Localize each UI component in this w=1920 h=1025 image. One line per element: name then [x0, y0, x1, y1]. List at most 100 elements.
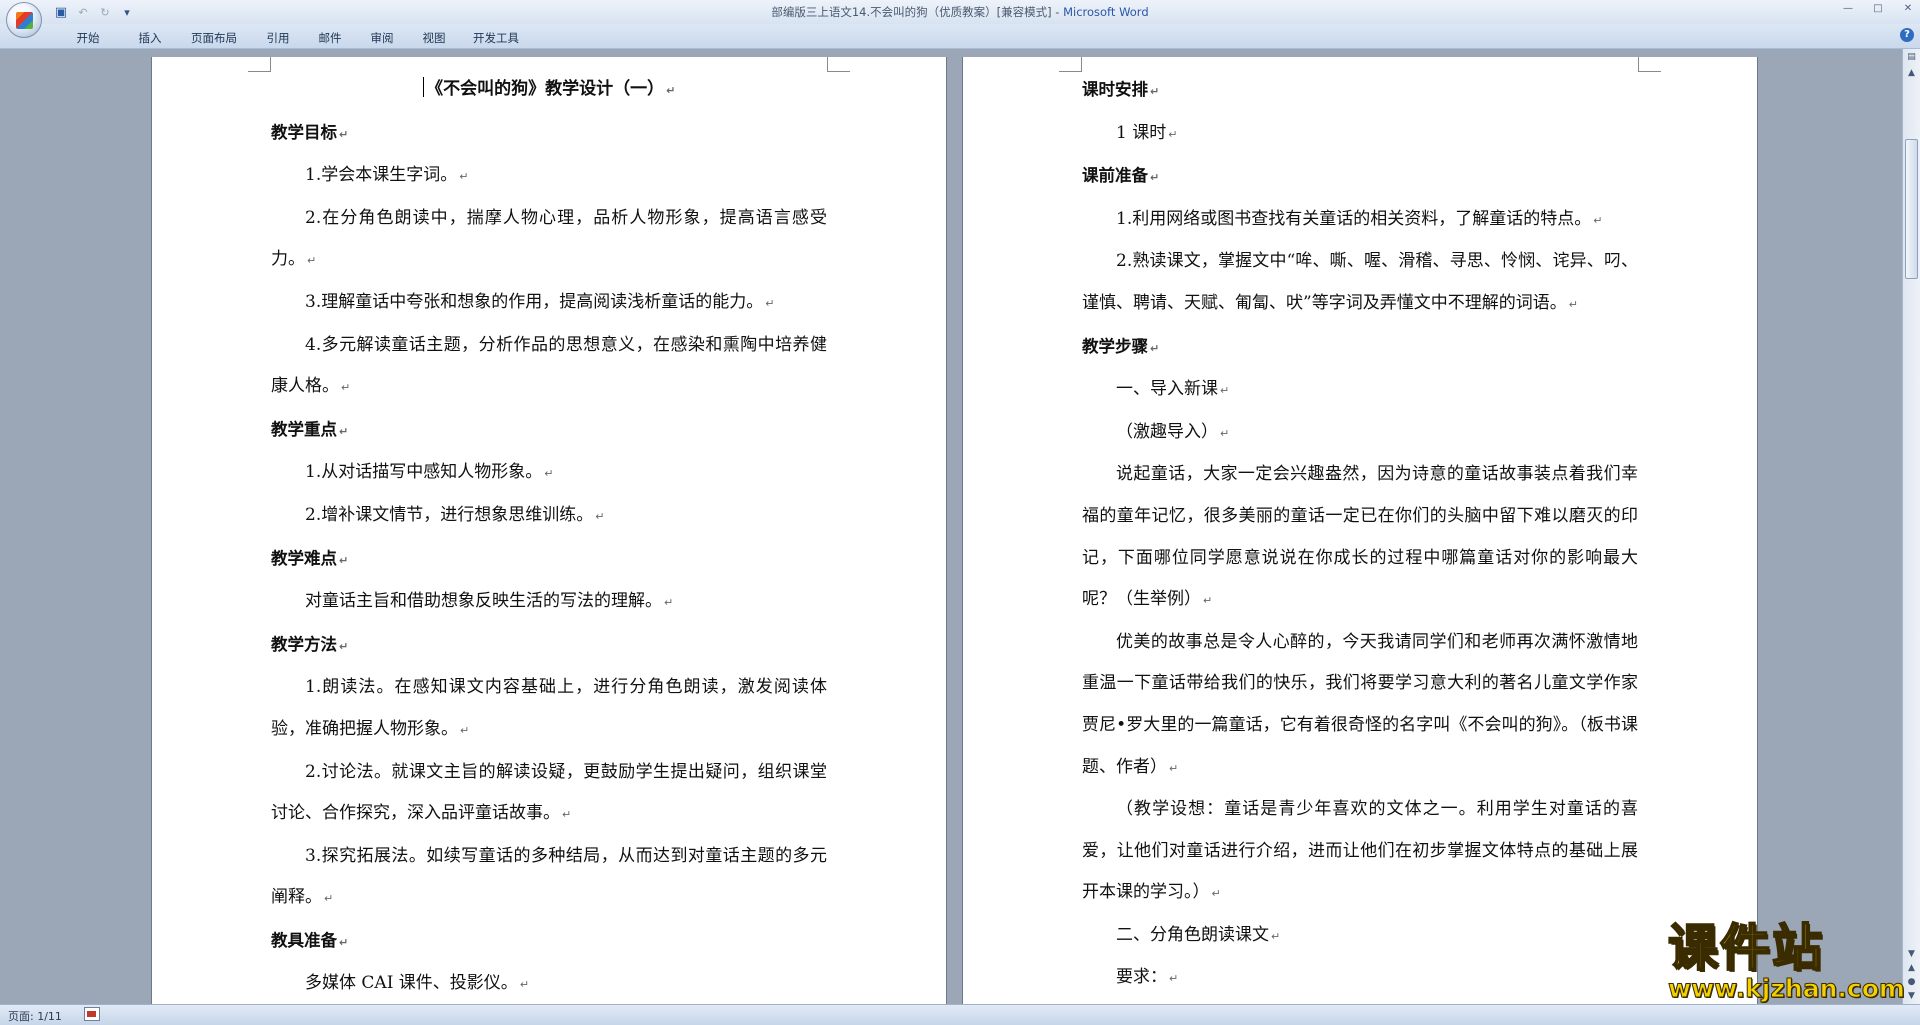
- paragraph-mark-icon: ↵: [1169, 761, 1179, 775]
- paragraph-mark-icon: ↵: [339, 935, 349, 949]
- paragraph-mark-icon: ↵: [1593, 213, 1603, 227]
- paragraph-mark-icon: ↵: [459, 170, 469, 184]
- paragraph-mark-icon: ↵: [595, 509, 605, 523]
- ribbon-tab-bar: 开始 插入 页面布局 引用 邮件 审阅 视图 开发工具 ?: [0, 24, 1920, 49]
- paragraph[interactable]: （教学设想：童话是青少年喜欢的文体之一。利用学生对童话的喜爱，让他们对童话进行介…: [1082, 789, 1638, 915]
- scroll-down-icon[interactable]: ▼: [1905, 948, 1918, 961]
- paragraph-mark-icon: ↵: [1150, 171, 1160, 185]
- section-heading[interactable]: 教学步骤 ↵: [1082, 326, 1638, 370]
- page-2-text[interactable]: 课时安排 ↵ 1 课时 ↵ 课前准备 ↵ 1.利用网络或图书查找有关童话的相关资料，了解童话…: [1082, 69, 1638, 1000]
- office-button[interactable]: [6, 2, 42, 38]
- section-heading[interactable]: 教学方法 ↵: [271, 624, 827, 668]
- window-controls: — □ ✕: [1840, 2, 1916, 16]
- paragraph-text: 3.探究拓展法。如续写童话的多种结局，从而达到对童话主题的多元阐释。: [271, 845, 827, 908]
- paragraph-mark-icon: ↵: [339, 424, 349, 438]
- paragraph[interactable]: 2.在分角色朗读中，揣摩人物心理，品析人物形象，提高语言感受力。 ↵: [271, 198, 827, 282]
- previous-page-icon[interactable]: ▲: [1905, 962, 1918, 975]
- scroll-up-icon[interactable]: ▲: [1905, 67, 1918, 80]
- browse-object-icon[interactable]: ●: [1905, 976, 1918, 989]
- paragraph[interactable]: 2.熟读课文，掌握文中“哞、嘶、喔、滑稽、寻思、怜悯、诧异、叼、谨慎、聘请、天赋…: [1082, 241, 1638, 325]
- paragraph-text: 《不会叫的狗》教学设计（一）: [426, 79, 665, 99]
- paragraph[interactable]: 说起童话，大家一定会兴趣盎然，因为诗意的童话故事装点着我们幸福的童年记忆，很多美…: [1082, 454, 1638, 621]
- paragraph-text: 教学步骤: [1082, 336, 1148, 356]
- paragraph[interactable]: 一、导入新课 ↵: [1082, 369, 1638, 412]
- ruler-toggle-icon[interactable]: ▤: [1905, 51, 1918, 64]
- paragraph-text: 教学目标: [271, 122, 337, 142]
- help-icon[interactable]: ?: [1900, 28, 1914, 42]
- maximize-icon[interactable]: □: [1870, 2, 1886, 16]
- paragraph[interactable]: 1.利用网络或图书查找有关童话的相关资料，了解童话的特点。 ↵: [1082, 199, 1638, 242]
- paragraph-mark-icon: ↵: [765, 296, 775, 310]
- paragraph-text: 1 课时: [1116, 122, 1167, 143]
- paragraph[interactable]: 3.理解童话中夸张和想象的作用，提高阅读浅析童话的能力。 ↵: [271, 282, 827, 325]
- tab-3[interactable]: 引用: [252, 28, 304, 48]
- paragraph[interactable]: （激趣导入） ↵: [1082, 412, 1638, 455]
- section-heading[interactable]: 教学目标 ↵: [271, 112, 827, 156]
- paragraph-mark-icon: ↵: [339, 639, 349, 653]
- tab-6[interactable]: 视图: [408, 28, 460, 48]
- paragraph[interactable]: 1.朗读法。在感知课文内容基础上，进行分角色朗读，激发阅读体验，准确把握人物形象…: [271, 667, 827, 751]
- paragraph[interactable]: 2.讨论法。就课文主旨的解读设疑，更鼓励学生提出疑问，组织课堂讨论、合作探究，深…: [271, 752, 827, 836]
- tab-7[interactable]: 开发工具: [460, 28, 532, 48]
- vertical-scrollbar[interactable]: ▤ ▲ ▼ ▲ ● ▼: [1902, 49, 1920, 1005]
- paragraph-mark-icon: ↵: [1211, 887, 1221, 901]
- ribbon-tabs: 开始 插入 页面布局 引用 邮件 审阅 视图 开发工具: [52, 28, 532, 48]
- paragraph-mark-icon: ↵: [339, 553, 349, 567]
- paragraph-text: 1.从对话描写中感知人物形象。: [305, 462, 543, 483]
- paragraph-text: 2.增补课文情节，进行想象思维训练。: [305, 504, 594, 525]
- office-logo-icon: [16, 12, 33, 29]
- page-1[interactable]: 《不会叫的狗》教学设计（一） ↵ 教学目标 ↵ 1.学会本课生字词。 ↵ 2.在分角色朗读中…: [152, 57, 946, 1005]
- paragraph-text: 教学方法: [271, 634, 337, 654]
- close-icon[interactable]: ✕: [1900, 2, 1916, 16]
- paragraph-text: 二、分角色朗读课文: [1116, 924, 1269, 945]
- paragraph[interactable]: 1.学会本课生字词。 ↵: [271, 155, 827, 198]
- paragraph-text: 要求：: [1116, 967, 1167, 988]
- crop-mark: [248, 57, 271, 72]
- paragraph-text: 优美的故事总是令人心醉的，今天我请同学们和老师再次满怀激情地重温一下童话带给我们…: [1082, 631, 1638, 777]
- text-cursor: [422, 77, 425, 97]
- page-1-text[interactable]: 《不会叫的狗》教学设计（一） ↵ 教学目标 ↵ 1.学会本课生字词。 ↵ 2.在分角色朗读中…: [271, 69, 827, 1005]
- paragraph-mark-icon: ↵: [1169, 972, 1179, 986]
- status-bar: 页面: 1/11: [0, 1004, 1920, 1025]
- document-heading[interactable]: 《不会叫的狗》教学设计（一） ↵: [271, 69, 827, 112]
- paragraph-mark-icon: ↵: [1168, 127, 1178, 141]
- section-heading[interactable]: 课前准备 ↵: [1082, 155, 1638, 199]
- paragraph[interactable]: 多媒体 CAI 课件、投影仪。 ↵: [271, 963, 827, 1005]
- paragraph-text: 2.熟读课文，掌握文中“哞、嘶、喔、滑稽、寻思、怜悯、诧异、叼、谨慎、聘请、天赋…: [1082, 251, 1638, 313]
- document-workspace: 《不会叫的狗》教学设计（一） ↵ 教学目标 ↵ 1.学会本课生字词。 ↵ 2.在分角色朗读中…: [0, 49, 1902, 1005]
- paragraph-mark-icon: ↵: [1150, 341, 1160, 355]
- paragraph[interactable]: 对童话主旨和借助想象反映生活的写法的理解。 ↵: [271, 581, 827, 624]
- paragraph-mark-icon: ↵: [1568, 297, 1578, 311]
- tab-4[interactable]: 邮件: [304, 28, 356, 48]
- tab-0[interactable]: 开始: [52, 28, 124, 48]
- scrollbar-thumb[interactable]: [1905, 139, 1918, 279]
- paragraph[interactable]: 1.从对话描写中感知人物形象。 ↵: [271, 452, 827, 495]
- minimize-icon[interactable]: —: [1840, 2, 1856, 16]
- section-heading[interactable]: 课时安排 ↵: [1082, 69, 1638, 113]
- paragraph-mark-icon: ↵: [664, 596, 674, 610]
- paragraph[interactable]: 二、分角色朗读课文 ↵: [1082, 915, 1638, 958]
- section-heading[interactable]: 教学重点 ↵: [271, 409, 827, 453]
- paragraph[interactable]: 要求： ↵: [1082, 957, 1638, 1000]
- paragraph-text: 一、导入新课: [1116, 379, 1218, 400]
- paragraph-text: 1.利用网络或图书查找有关童话的相关资料，了解童话的特点。: [1116, 208, 1592, 229]
- paragraph-mark-icon: ↵: [1271, 929, 1281, 943]
- tab-2[interactable]: 页面布局: [176, 28, 252, 48]
- paragraph-text: 课时安排: [1082, 80, 1148, 99]
- paragraph[interactable]: 1 课时 ↵: [1082, 113, 1638, 156]
- paragraph-mark-icon: ↵: [666, 84, 676, 97]
- paragraph[interactable]: 优美的故事总是令人心醉的，今天我请同学们和老师再次满怀激情地重温一下童话带给我们…: [1082, 622, 1638, 789]
- section-heading[interactable]: 教具准备 ↵: [271, 920, 827, 964]
- paragraph[interactable]: 4.多元解读童话主题，分析作品的思想意义，在感染和熏陶中培养健康人格。 ↵: [271, 325, 827, 409]
- paragraph[interactable]: 2.增补课文情节，进行想象思维训练。 ↵: [271, 495, 827, 538]
- paragraph[interactable]: 3.探究拓展法。如续写童话的多种结局，从而达到对童话主题的多元阐释。 ↵: [271, 836, 827, 920]
- page-count[interactable]: 页面: 1/11: [8, 1008, 62, 1024]
- page-2[interactable]: 课时安排 ↵ 1 课时 ↵ 课前准备 ↵ 1.利用网络或图书查找有关童话的相关资料，了解童话…: [963, 57, 1757, 1005]
- next-page-icon[interactable]: ▼: [1905, 990, 1918, 1003]
- tab-1[interactable]: 插入: [124, 28, 176, 48]
- proofing-icon[interactable]: [84, 1007, 100, 1021]
- document-title: 部编版三上语文14.不会叫的狗（优质教案）[兼容模式] -: [771, 5, 1064, 19]
- section-heading[interactable]: 教学难点 ↵: [271, 538, 827, 582]
- tab-5[interactable]: 审阅: [356, 28, 408, 48]
- crop-mark: [1059, 57, 1082, 72]
